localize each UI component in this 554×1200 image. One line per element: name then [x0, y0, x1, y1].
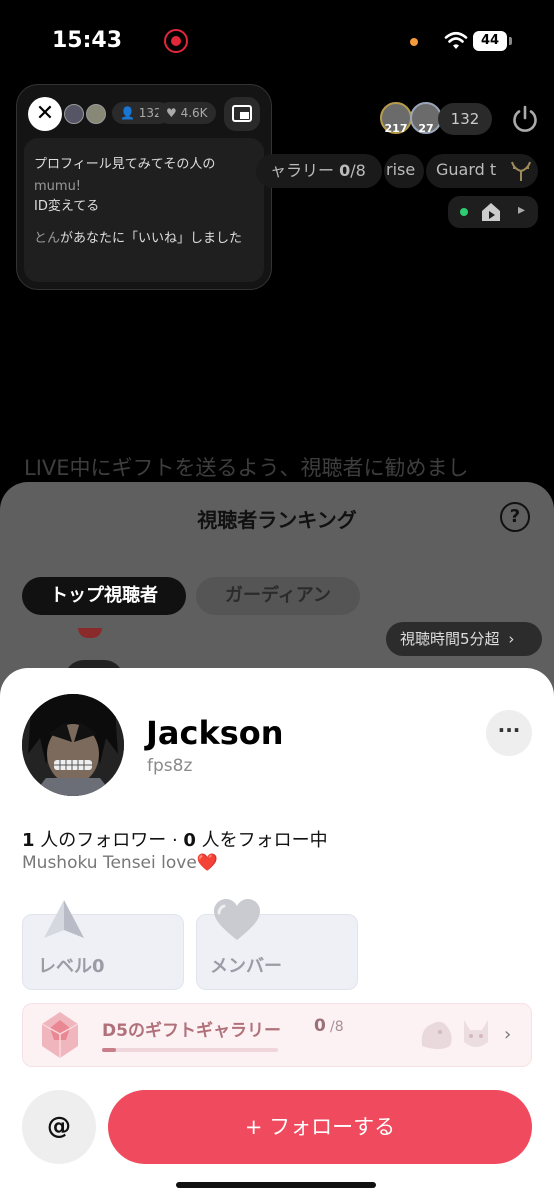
viewer-avatar[interactable]: 217	[380, 102, 412, 135]
gift-progress-fill	[102, 1048, 116, 1052]
rise-label: rise	[386, 160, 416, 179]
home-indicator[interactable]	[176, 1182, 376, 1188]
gem-icon	[41, 1012, 79, 1058]
like-text: があなたに「いいね」しました	[60, 231, 243, 246]
pip-like-count: 4.6K	[180, 106, 208, 120]
chevron-right-icon: ▸	[518, 202, 526, 218]
tab-guardian[interactable]: ガーディアン	[196, 577, 360, 615]
member-heart-icon	[214, 899, 260, 940]
mini-avatar	[86, 104, 106, 124]
pip-expand-button[interactable]	[224, 97, 260, 131]
profile-handle: fps8z	[147, 756, 193, 776]
watch-time-label: 視聴時間5分超	[400, 630, 500, 648]
level-arrow-icon	[44, 900, 84, 938]
chat-message: ID変えてる	[34, 199, 100, 214]
viewer-count[interactable]: 132	[438, 103, 492, 135]
privacy-indicator-icon	[410, 38, 418, 46]
gift-lion-icon	[421, 1021, 452, 1049]
member-label: メンバー	[210, 956, 282, 977]
chat-message: プロフィール見てみてその人の	[34, 157, 216, 172]
gift-gallery-count: 0	[314, 1016, 326, 1036]
mini-avatar	[64, 104, 84, 124]
chat-username: mumu!	[34, 179, 82, 194]
gift-gallery-title: D5のギフトギャラリー	[102, 1021, 281, 1041]
live-hint-text: LIVE中にギフトを送るよう、視聴者に勧めまし	[24, 456, 469, 480]
live-dot-icon	[460, 208, 468, 216]
heart-small-icon: ♥	[166, 106, 177, 120]
follow-button[interactable]: + フォローする	[108, 1090, 532, 1164]
chevron-right-icon: ›	[504, 1024, 512, 1045]
mention-button[interactable]: @	[22, 1090, 96, 1164]
gallery-ticker-label: ャラリー	[270, 161, 335, 180]
following-label: 人をフォロー中	[195, 830, 328, 851]
like-notification: とんがあなたに「いいね」しました	[34, 228, 256, 250]
gallery-ticker-count: 0	[339, 161, 351, 180]
tab-top-viewers[interactable]: トップ視聴者	[22, 577, 186, 615]
gift-fox-icon	[464, 1020, 488, 1047]
heart-emoji: ❤️	[196, 853, 218, 873]
close-icon[interactable]: ✕	[28, 97, 62, 131]
person-icon: 👤	[120, 106, 135, 120]
picture-in-picture-icon	[232, 105, 252, 122]
following-count: 0	[183, 830, 196, 851]
status-time: 15:43	[52, 28, 123, 53]
chevron-right-icon: ›	[508, 630, 515, 648]
mini-player[interactable]: ▸	[448, 196, 538, 228]
profile-bio: Mushoku Tensei love❤️	[22, 853, 218, 873]
pip-likes: ♥ 4.6K	[158, 102, 216, 124]
screen-record-icon[interactable]	[164, 29, 188, 53]
level-label: レベル0	[38, 956, 105, 977]
gift-progress-track	[102, 1048, 278, 1052]
wifi-icon	[444, 31, 468, 49]
profile-name: Jackson	[146, 714, 284, 752]
followers-label: 人のフォロワー ·	[34, 830, 184, 851]
avatar[interactable]	[22, 694, 124, 796]
battery-icon: 44	[473, 31, 507, 51]
watch-time-filter[interactable]: 視聴時間5分超 ›	[386, 622, 542, 656]
help-icon[interactable]: ?	[500, 502, 530, 532]
followers-count: 1	[22, 830, 35, 851]
like-username: とん	[34, 231, 61, 246]
more-options-button[interactable]: ···	[486, 710, 532, 756]
ranking-title: 視聴者ランキング	[197, 508, 357, 532]
battery-tip	[509, 37, 512, 45]
gallery-ticker[interactable]: ャラリー 0/8	[270, 154, 366, 188]
gift-gallery-total: /8	[330, 1019, 344, 1035]
power-icon[interactable]	[510, 104, 540, 134]
bio-text: Mushoku Tensei love	[22, 853, 197, 873]
antler-icon	[511, 161, 531, 181]
avatar-illustration	[22, 694, 124, 796]
follow-stats[interactable]: 1 人のフォロワー · 0 人をフォロー中	[22, 826, 328, 852]
home-play-icon	[482, 203, 500, 221]
gallery-ticker-total: /8	[350, 161, 366, 180]
guard-label: Guard t	[436, 160, 497, 179]
